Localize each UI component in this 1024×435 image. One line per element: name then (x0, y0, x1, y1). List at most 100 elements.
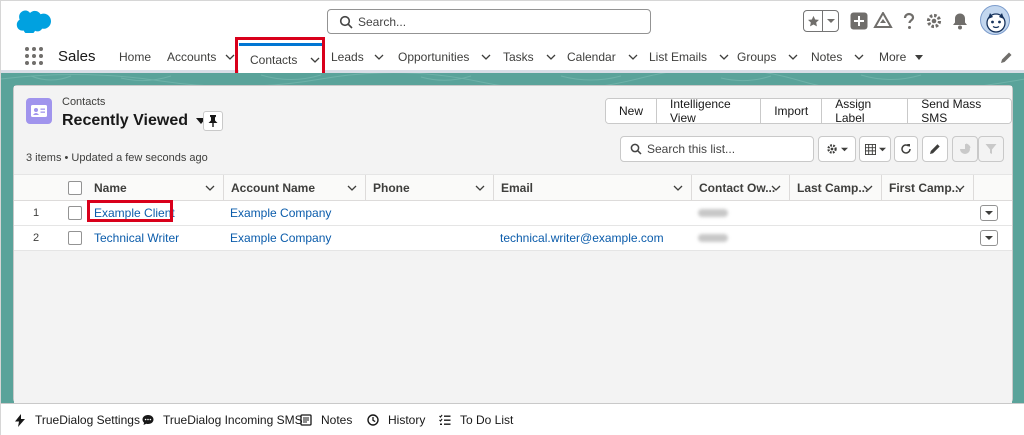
filter-icon (985, 144, 997, 154)
chevron-down-icon[interactable] (628, 52, 638, 62)
nav-tab-home[interactable]: Home (119, 43, 151, 71)
column-header-account-name[interactable]: Account Name (223, 175, 365, 201)
nav-tab-contacts[interactable]: Contacts (239, 43, 323, 76)
row-checkbox[interactable] (68, 231, 82, 245)
nav-tab-notes[interactable]: Notes (811, 43, 864, 71)
chevron-down-icon[interactable] (374, 52, 384, 62)
contact-name-link[interactable]: Technical Writer (94, 226, 179, 250)
chevron-down-icon[interactable] (205, 183, 215, 193)
chevron-down-icon[interactable] (310, 55, 320, 65)
chevron-down-icon[interactable] (546, 52, 556, 62)
contact-owner-cell (698, 201, 728, 225)
nav-tab-tasks[interactable]: Tasks (503, 43, 556, 71)
nav-tab-calendar[interactable]: Calendar (567, 43, 638, 71)
gear-icon (827, 144, 837, 154)
row-actions-button[interactable] (980, 205, 998, 221)
display-as-table-button[interactable] (859, 136, 891, 162)
row-checkbox[interactable] (68, 206, 82, 220)
star-icon[interactable] (804, 11, 824, 31)
salesforce-logo[interactable] (15, 9, 51, 33)
import-button[interactable]: Import (760, 99, 822, 123)
column-header-email[interactable]: Email (493, 175, 691, 201)
contact-name-link[interactable]: Example Client (94, 201, 175, 225)
nav-tab-groups[interactable]: Groups (737, 43, 798, 71)
utility-to-do-list[interactable]: To Do List (438, 404, 513, 435)
chevron-down-icon[interactable] (719, 52, 729, 62)
new-button[interactable]: New (606, 99, 657, 123)
refresh-button[interactable] (894, 136, 918, 162)
inline-edit-button[interactable] (922, 136, 948, 162)
assign-label-button[interactable]: Assign Label (821, 99, 908, 123)
utility-truedialog-settings[interactable]: TrueDialog Settings (13, 404, 140, 435)
caret-down-icon (841, 147, 848, 151)
edit-nav-pencil-icon[interactable] (999, 51, 1013, 65)
intelligence-view-button[interactable]: Intelligence View (656, 99, 761, 123)
app-launcher-icon[interactable] (25, 47, 43, 65)
gear-icon[interactable] (923, 10, 945, 32)
nav-tab-label: Accounts (167, 50, 217, 64)
list-search-input[interactable] (647, 141, 807, 157)
global-search-input[interactable] (358, 13, 638, 30)
utility-notes[interactable]: Notes (299, 404, 352, 435)
row-checkbox-cell (68, 201, 82, 225)
list-view-card: Contacts Recently Viewed New Intelligenc… (13, 85, 1013, 403)
list-search[interactable] (620, 136, 814, 162)
utility-truedialog-incoming-sms[interactable]: TrueDialog Incoming SMS (141, 404, 303, 435)
nav-tab-list-emails[interactable]: List Emails (649, 43, 729, 71)
charts-button[interactable] (952, 136, 978, 162)
chevron-down-icon[interactable] (854, 52, 864, 62)
chevron-down-icon[interactable] (863, 183, 873, 193)
chevron-down-icon[interactable] (823, 11, 838, 31)
pin-list-view-button[interactable] (203, 111, 223, 131)
row-actions-button[interactable] (980, 230, 998, 246)
chevron-down-icon[interactable] (481, 52, 491, 62)
global-actions-icon[interactable] (848, 10, 870, 32)
nav-more-menu[interactable]: More (879, 43, 924, 71)
chevron-down-icon[interactable] (955, 183, 965, 193)
column-header-last-campaign[interactable]: Last Camp... (789, 175, 881, 201)
chevron-down-icon[interactable] (673, 183, 683, 193)
column-header-phone[interactable]: Phone (365, 175, 493, 201)
column-header-contact-owner[interactable]: Contact Ow... (691, 175, 789, 201)
chevron-down-icon[interactable] (771, 183, 781, 193)
list-view-controls-button[interactable] (818, 136, 856, 162)
email-link[interactable]: technical.writer@example.com (500, 226, 664, 250)
nav-tab-label: Groups (737, 50, 777, 64)
column-label: Name (94, 181, 127, 195)
nav-tab-accounts[interactable]: Accounts (167, 43, 235, 71)
utility-history[interactable]: History (366, 404, 425, 435)
utility-label: History (388, 413, 426, 427)
list-view-selector[interactable]: Recently Viewed (62, 112, 206, 130)
column-header-name[interactable]: Name (86, 175, 223, 201)
chevron-down-icon[interactable] (788, 52, 798, 62)
column-label: Email (501, 181, 534, 195)
nav-tab-label: Home (119, 50, 152, 64)
column-label: Contact Ow... (699, 181, 776, 195)
account-name-link[interactable]: Example Company (230, 226, 331, 250)
row-checkbox-cell (68, 226, 82, 250)
column-header-first-campaign[interactable]: First Camp... (881, 175, 973, 201)
caret-down-icon[interactable] (914, 52, 924, 62)
trailhead-icon[interactable] (872, 10, 894, 32)
send-mass-sms-button[interactable]: Send Mass SMS (907, 99, 1011, 123)
filters-button[interactable] (978, 136, 1004, 162)
clock-icon (366, 413, 380, 427)
chevron-down-icon[interactable] (475, 183, 485, 193)
user-avatar[interactable] (980, 5, 1010, 35)
global-search[interactable] (327, 9, 651, 34)
select-all-checkbox[interactable] (68, 181, 82, 195)
chevron-down-icon[interactable] (225, 52, 235, 62)
list-view-title: Recently Viewed (62, 112, 188, 129)
caret-down-icon (985, 211, 993, 215)
utility-label: To Do List (460, 413, 514, 427)
chevron-down-icon[interactable] (347, 183, 357, 193)
notifications-bell-icon[interactable] (949, 10, 971, 32)
help-icon[interactable] (898, 10, 920, 32)
nav-tab-opportunities[interactable]: Opportunities (398, 43, 491, 71)
favorites-button-group[interactable] (803, 10, 839, 32)
table-header: Name Account Name Phone Email Contact Ow… (14, 175, 1012, 201)
utility-bar: TrueDialog Settings TrueDialog Incoming … (1, 403, 1024, 435)
table-row: 2 Technical Writer Example Company techn… (14, 226, 1012, 251)
account-name-link[interactable]: Example Company (230, 201, 331, 225)
nav-tab-leads[interactable]: Leads (331, 43, 384, 71)
